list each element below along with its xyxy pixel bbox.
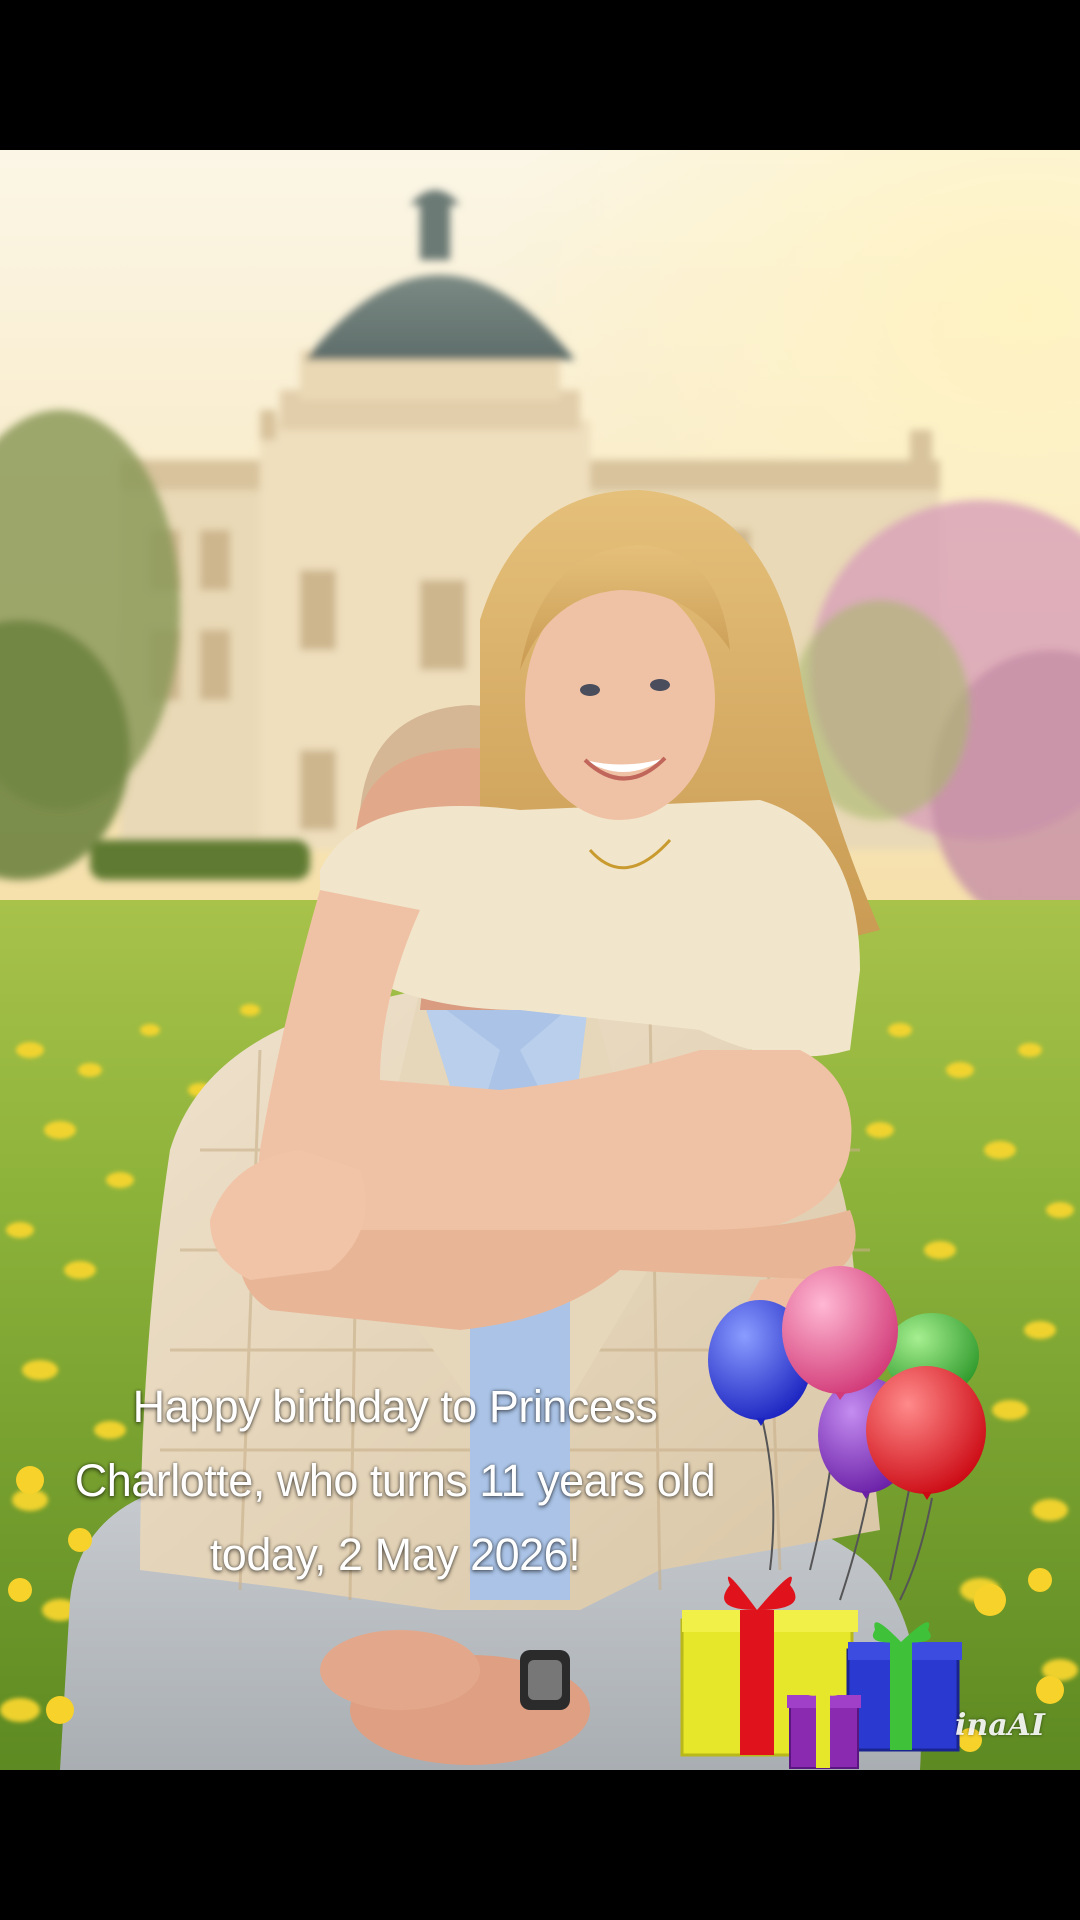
watermark-text: inaAI: [955, 1708, 1045, 1743]
letterbox-top: [0, 0, 1080, 150]
post-caption: Happy birthday to Princess Charlotte, wh…: [74, 1381, 716, 1580]
video-post-screen: Happy birthday to Princess Charlotte, wh…: [0, 0, 1080, 1920]
letterbox-bottom: [0, 1770, 1080, 1920]
gift-boxes-sticker-icon: [680, 1576, 962, 1769]
